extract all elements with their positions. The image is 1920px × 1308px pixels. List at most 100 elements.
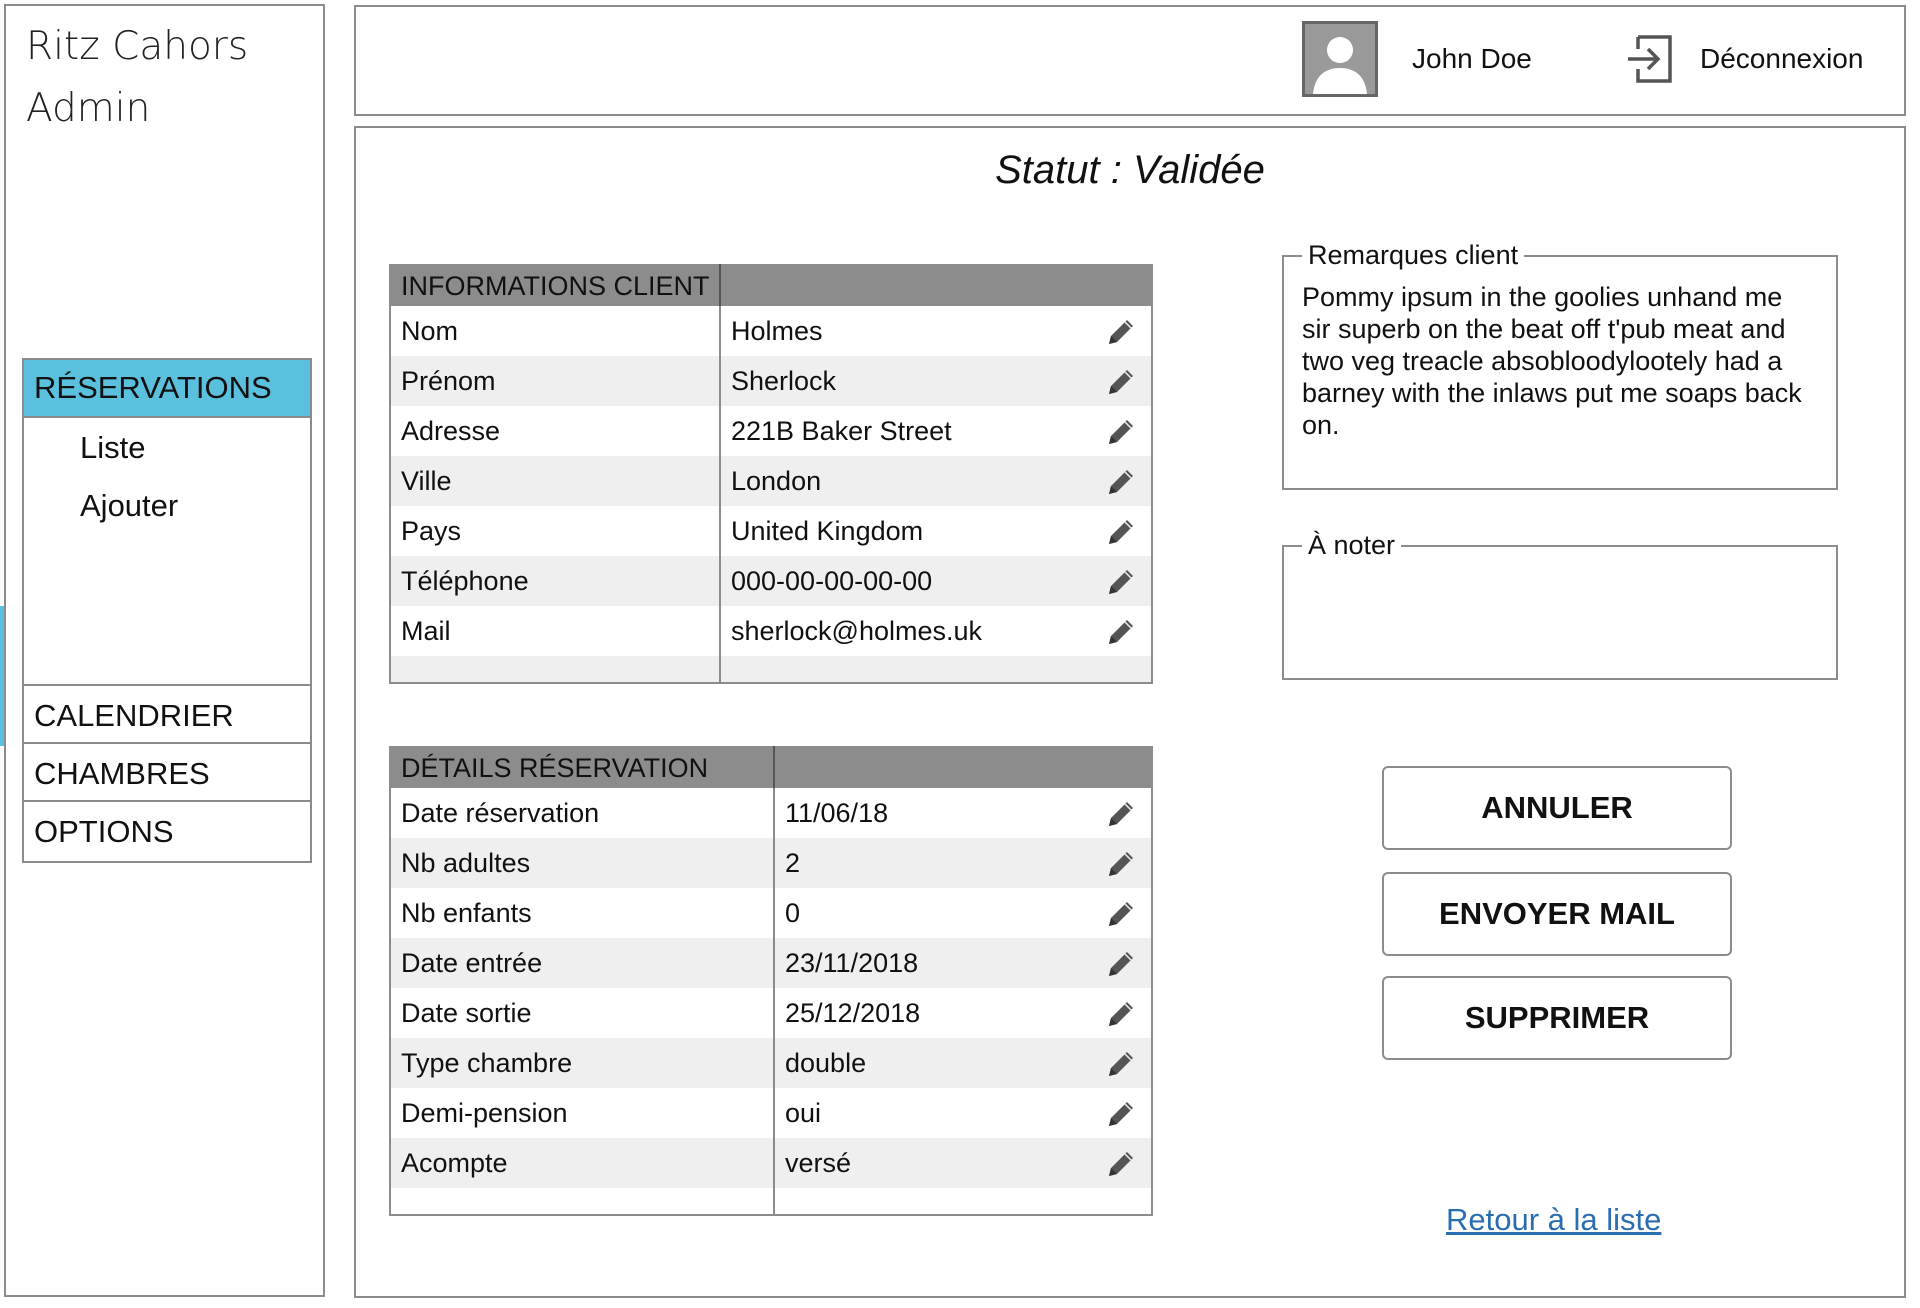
filler-cell: [719, 656, 1152, 683]
row-value: London: [731, 465, 822, 496]
row-label: Prénom: [390, 356, 720, 406]
booking-details-table: DÉTAILS RÉSERVATION Date réservation 11/0…: [389, 746, 1153, 1216]
client-remarks-box: Remarques client Pommy ipsum in the gool…: [1282, 240, 1838, 490]
pencil-icon[interactable]: [1105, 566, 1137, 598]
row-label: Date sortie: [401, 997, 532, 1028]
row-value-cell: 25/12/2018: [773, 988, 1152, 1038]
table-row: Prénom Sherlock: [390, 356, 1152, 406]
table-row: Date sortie 25/12/2018: [390, 988, 1152, 1038]
pencil-icon[interactable]: [1105, 616, 1137, 648]
client-remarks-text: Pommy ipsum in the goolies unhand me sir…: [1302, 282, 1802, 440]
row-value: sherlock@holmes.uk: [731, 615, 983, 646]
row-label: Mail: [401, 615, 451, 646]
row-value: Holmes: [731, 315, 823, 346]
row-value-cell: Holmes: [719, 306, 1152, 356]
row-value: 2: [785, 847, 801, 878]
sidebar-item-options[interactable]: OPTIONS: [24, 800, 310, 858]
row-value-cell: versé: [773, 1138, 1152, 1188]
row-value: versé: [785, 1147, 852, 1178]
back-to-list-link[interactable]: Retour à la liste: [1446, 1202, 1661, 1238]
pencil-icon[interactable]: [1105, 466, 1137, 498]
logout-link[interactable]: Déconnexion: [1700, 43, 1863, 75]
pencil-icon[interactable]: [1105, 798, 1137, 830]
table-row: Acompte versé: [390, 1138, 1152, 1188]
table-row: Nom Holmes: [390, 306, 1152, 356]
row-value: 11/06/18: [785, 797, 889, 828]
cancel-reservation-button[interactable]: ANNULER: [1382, 766, 1732, 850]
row-label: Demi-pension: [401, 1097, 568, 1128]
row-label: Nb enfants: [401, 897, 532, 928]
row-label: Date entrée: [390, 938, 774, 988]
row-value: 25/12/2018: [785, 997, 921, 1028]
pencil-icon[interactable]: [1105, 948, 1137, 980]
booking-table-header-spacer: [774, 747, 1152, 788]
row-value-cell: Sherlock: [719, 356, 1152, 406]
delete-reservation-button[interactable]: SUPPRIMER: [1382, 976, 1732, 1060]
client-table-header-spacer: [720, 265, 1152, 306]
filler-cell: [390, 1188, 774, 1215]
client-table-header: INFORMATIONS CLIENT: [390, 265, 721, 306]
filler-cell: [390, 656, 720, 683]
table-row: Date réservation 11/06/18: [390, 788, 1152, 838]
sidebar-subitem-liste[interactable]: Liste: [80, 430, 145, 466]
pencil-icon[interactable]: [1105, 416, 1137, 448]
table-filler-row: [390, 656, 1152, 683]
row-value-cell: 221B Baker Street: [719, 406, 1152, 456]
row-value-cell: 2: [773, 838, 1152, 888]
row-value-cell: 11/06/18: [773, 788, 1152, 838]
pencil-icon[interactable]: [1105, 1048, 1137, 1080]
table-row: Demi-pension oui: [390, 1088, 1152, 1138]
filler-cell: [773, 1188, 1152, 1215]
sidebar-item-calendrier[interactable]: CALENDRIER: [24, 684, 310, 742]
user-name: John Doe: [1412, 43, 1532, 74]
pencil-icon[interactable]: [1105, 848, 1137, 880]
sidebar-item-chambres[interactable]: CHAMBRES: [24, 742, 310, 800]
client-remarks-legend: Remarques client: [1308, 240, 1519, 270]
pencil-icon[interactable]: [1105, 898, 1137, 930]
table-row: Téléphone 000-00-00-00-00: [390, 556, 1152, 606]
row-value-cell: 0: [773, 888, 1152, 938]
row-label: Nom: [401, 315, 459, 346]
user-avatar[interactable]: [1302, 21, 1378, 97]
table-row: Date entrée 23/11/2018: [390, 938, 1152, 988]
row-label: Téléphone: [390, 556, 720, 606]
table-row: Nb enfants 0: [390, 888, 1152, 938]
reservation-status: Statut : Validée: [995, 148, 1265, 192]
pencil-icon[interactable]: [1105, 1148, 1137, 1180]
send-mail-button[interactable]: ENVOYER MAIL: [1382, 872, 1732, 956]
sidebar-item-reservations[interactable]: RÉSERVATIONS: [24, 360, 310, 418]
table-row: Type chambre double: [390, 1038, 1152, 1088]
table-row: Pays United Kingdom: [390, 506, 1152, 556]
notes-box[interactable]: À noter: [1282, 530, 1838, 680]
row-value: Sherlock: [731, 365, 837, 396]
table-row: Nb adultes 2: [390, 838, 1152, 888]
pencil-icon[interactable]: [1105, 1098, 1137, 1130]
brand-subtitle: Admin: [26, 86, 151, 131]
row-label: Adresse: [401, 415, 501, 446]
sidebar: Ritz Cahors Admin RÉSERVATIONS Liste Ajo…: [4, 4, 325, 1297]
table-filler-row: [390, 1188, 1152, 1215]
top-header: John Doe Déconnexion: [354, 5, 1906, 116]
row-value: 23/11/2018: [785, 947, 919, 978]
row-value-cell: oui: [773, 1088, 1152, 1138]
row-label: Type chambre: [390, 1038, 774, 1088]
table-row: Ville London: [390, 456, 1152, 506]
row-value-cell: 23/11/2018: [773, 938, 1152, 988]
user-silhouette-icon: [1313, 37, 1367, 94]
row-label: Pays: [401, 515, 462, 546]
reservation-detail-panel: Statut : Validée INFORMATIONS CLIENT Nom…: [354, 126, 1906, 1298]
pencil-icon[interactable]: [1105, 516, 1137, 548]
pencil-icon[interactable]: [1105, 366, 1137, 398]
brand-name: Ritz Cahors: [26, 24, 249, 69]
row-label: Nb adultes: [390, 838, 774, 888]
sidebar-subitem-ajouter[interactable]: Ajouter: [80, 488, 178, 524]
pencil-icon[interactable]: [1105, 998, 1137, 1030]
logout-icon[interactable]: [1624, 33, 1676, 85]
sidebar-nav: RÉSERVATIONS Liste Ajouter CALENDRIER CH…: [22, 358, 312, 863]
row-label: Acompte: [390, 1138, 774, 1188]
pencil-icon[interactable]: [1105, 316, 1137, 348]
notes-legend: À noter: [1308, 530, 1396, 560]
table-row: Mail sherlock@holmes.uk: [390, 606, 1152, 656]
row-value: 221B Baker Street: [731, 415, 952, 446]
row-value-cell: 000-00-00-00-00: [719, 556, 1152, 606]
